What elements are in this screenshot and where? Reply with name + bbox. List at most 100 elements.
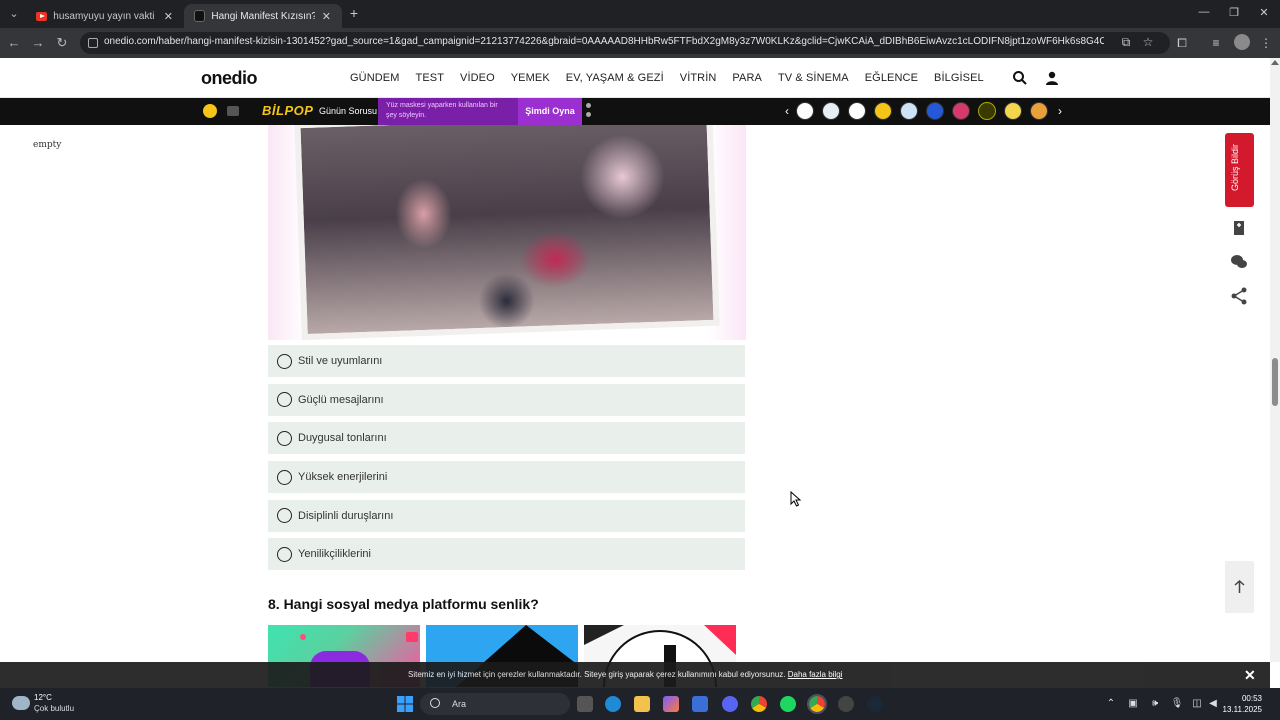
game-circle-icon[interactable] <box>900 102 918 120</box>
game-circle-icon[interactable] <box>952 102 970 120</box>
game-icon[interactable] <box>203 104 217 118</box>
tab-youtube[interactable]: husamyuyu yayın vakti 7 - YouT ✕ <box>26 4 184 28</box>
answer-label: Güçlü mesajlarını <box>298 393 384 406</box>
scroll-to-top-button[interactable] <box>1225 561 1254 613</box>
file-explorer-icon[interactable] <box>634 696 650 712</box>
chrome-icon[interactable] <box>751 696 767 712</box>
nav-para[interactable]: PARA <box>732 72 762 84</box>
answer-option[interactable]: Yenilikçiliklerini <box>268 538 745 571</box>
tab-onedio[interactable]: Hangi Manifest Kızısın? - Oned ✕ <box>184 4 342 28</box>
bilpop-logo[interactable]: BİLPOP <box>262 103 313 118</box>
nav-gundem[interactable]: GÜNDEM <box>350 72 400 84</box>
install-icon[interactable]: ⧉ <box>1118 35 1134 50</box>
nav-yemek[interactable]: YEMEK <box>511 72 550 84</box>
bookmark-star-icon[interactable]: ☆ <box>1140 35 1156 49</box>
answer-label: Yüksek enerjilerini <box>298 471 388 484</box>
reload-icon[interactable]: ↻ <box>54 35 70 51</box>
game-circle-icon[interactable] <box>1030 102 1048 120</box>
strip-next-icon[interactable]: › <box>1055 104 1065 118</box>
tab-search-icon[interactable]: ⌄ <box>6 6 22 22</box>
menu-kebab-icon[interactable]: ⋮ <box>1258 36 1274 50</box>
new-tab-icon[interactable]: + <box>346 5 362 21</box>
nav-vitrin[interactable]: VİTRİN <box>680 72 717 84</box>
cloud-icon[interactable] <box>12 696 30 710</box>
question-image <box>268 125 746 340</box>
tray-chevron-icon[interactable]: ⌃ <box>1104 698 1118 709</box>
tray-app-icon[interactable]: ▣ <box>1126 698 1140 709</box>
maximize-icon[interactable]: ❐ <box>1224 6 1244 19</box>
steam-icon[interactable] <box>867 696 883 712</box>
speaker-icon[interactable]: ◀ <box>1206 698 1220 709</box>
close-tab-icon[interactable]: ✕ <box>321 10 332 23</box>
grid-icon[interactable] <box>227 106 239 116</box>
chrome-active-icon[interactable] <box>807 694 827 714</box>
game-circle-icon[interactable] <box>978 102 996 120</box>
windows-taskbar: 12°C Çok bulutlu Ara ⌃ ▣ 🕪 🎙 ◫ ◀ 00:53 1… <box>0 688 1280 720</box>
bookmark-icon[interactable] <box>1229 218 1249 238</box>
close-icon[interactable]: ✕ <box>1244 667 1256 684</box>
taskbar-search[interactable]: Ara <box>420 693 570 715</box>
user-icon[interactable] <box>1044 70 1060 86</box>
minimize-icon[interactable]: — <box>1194 6 1214 18</box>
nav-video[interactable]: VİDEO <box>460 72 495 84</box>
search-icon[interactable] <box>1012 70 1028 86</box>
copilot-icon[interactable] <box>663 696 679 712</box>
url-field[interactable]: onedio.com/haber/hangi-manifest-kizisin-… <box>80 32 1170 54</box>
taskbar-clock[interactable]: 00:53 13.11.2025 <box>1222 693 1262 715</box>
game-circle-icon[interactable] <box>822 102 840 120</box>
close-window-icon[interactable]: ✕ <box>1254 6 1274 19</box>
answer-option[interactable]: Güçlü mesajlarını <box>268 383 745 416</box>
nav-ev-yasam-gezi[interactable]: EV, YAŞAM & GEZİ <box>566 72 664 84</box>
task-view-icon[interactable] <box>577 696 593 712</box>
radio-button[interactable] <box>277 392 292 408</box>
nav-tv-sinema[interactable]: TV & SİNEMA <box>778 72 849 84</box>
play-now-button[interactable]: Şimdi Oyna <box>518 98 582 125</box>
empty-placeholder: empty <box>33 140 62 150</box>
forward-icon[interactable]: → <box>30 35 46 51</box>
nav-bilgisel[interactable]: BİLGİSEL <box>934 72 984 84</box>
store-icon[interactable] <box>692 696 708 712</box>
answer-option[interactable]: Yüksek enerjilerini <box>268 461 745 494</box>
profile-avatar-icon[interactable] <box>1234 34 1250 50</box>
extensions-icon[interactable]: ⧠ <box>1174 36 1190 51</box>
weather-status: Çok bulutlu <box>34 704 75 713</box>
scroll-up-icon[interactable] <box>1271 60 1279 65</box>
page-scrollbar[interactable] <box>1270 58 1280 662</box>
radio-button[interactable] <box>277 469 292 485</box>
scrollbar-thumb[interactable] <box>1272 358 1278 406</box>
nav-test[interactable]: TEST <box>416 72 445 84</box>
edge-icon[interactable] <box>605 696 621 712</box>
nav-eglence[interactable]: EĞLENCE <box>865 72 918 84</box>
microphone-icon[interactable]: 🎙 <box>1170 698 1184 709</box>
strip-pager[interactable] <box>586 103 592 121</box>
site-logo[interactable]: onedio <box>201 68 258 89</box>
tab-media-icon[interactable]: ≡ <box>1208 36 1224 50</box>
game-circle-icon[interactable] <box>874 102 892 120</box>
app-icon[interactable] <box>838 696 854 712</box>
comments-icon[interactable] <box>1229 252 1249 272</box>
cookie-more-info-link[interactable]: Daha fazla bilgi <box>788 670 843 679</box>
radio-button[interactable] <box>277 353 292 369</box>
game-circle-icon[interactable] <box>1004 102 1022 120</box>
answer-option[interactable]: Duygusal tonlarını <box>268 422 745 455</box>
game-circle-icon[interactable] <box>796 102 814 120</box>
close-tab-icon[interactable]: ✕ <box>163 10 174 23</box>
answer-option[interactable]: Stil ve uyumlarını <box>268 345 745 377</box>
question-photo <box>294 125 720 340</box>
back-icon[interactable]: ← <box>6 35 22 51</box>
radio-button[interactable] <box>277 430 292 446</box>
network-icon[interactable]: ◫ <box>1190 698 1204 709</box>
strip-prev-icon[interactable]: ‹ <box>782 104 792 118</box>
radio-button[interactable] <box>277 546 292 562</box>
feedback-button[interactable]: Görüş Bildir <box>1225 133 1254 207</box>
windows-start-icon[interactable] <box>397 696 413 712</box>
volume-icon[interactable]: 🕪 <box>1148 698 1162 709</box>
game-circle-icon[interactable] <box>848 102 866 120</box>
answer-option[interactable]: Disiplinli duruşlarını <box>268 499 745 532</box>
share-icon[interactable] <box>1229 286 1249 306</box>
site-info-icon[interactable] <box>88 38 98 48</box>
radio-button[interactable] <box>277 508 292 524</box>
game-circle-icon[interactable] <box>926 102 944 120</box>
discord-icon[interactable] <box>722 696 738 712</box>
spotify-icon[interactable] <box>780 696 796 712</box>
